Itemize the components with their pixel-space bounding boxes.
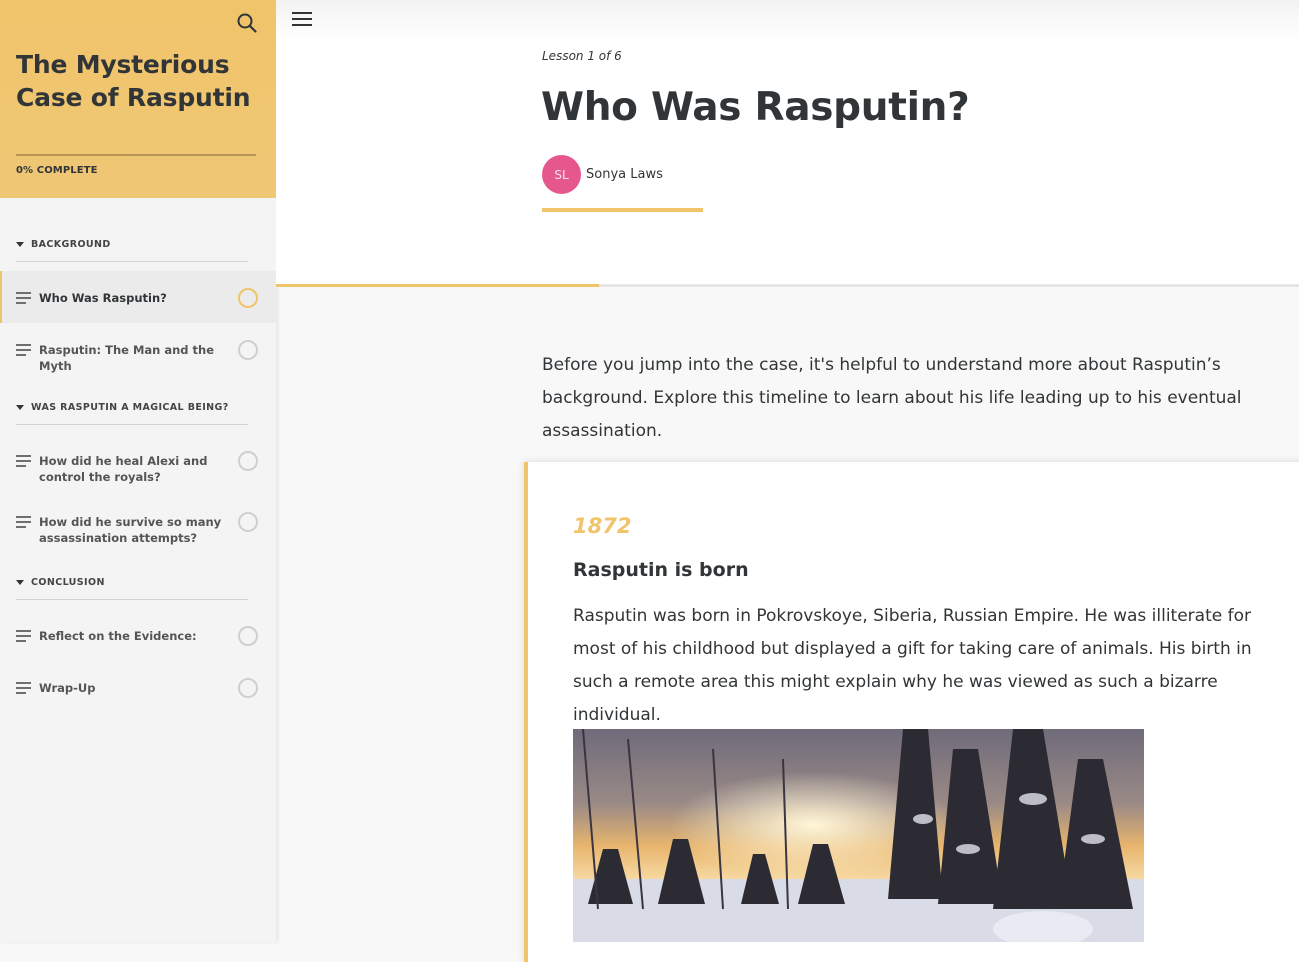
text-lines-icon — [16, 292, 31, 307]
circle-status-icon — [238, 340, 258, 360]
circle-status-icon — [238, 288, 258, 308]
course-progress-bar — [16, 154, 256, 156]
avatar: SL — [542, 155, 581, 194]
section-toggle-magical-being[interactable]: WAS RASPUTIN A MAGICAL BEING? — [16, 395, 248, 425]
section-label: BACKGROUND — [31, 239, 111, 250]
lesson-intro: Before you jump into the case, it's help… — [542, 355, 1242, 441]
course-progress-label: 0% COMPLETE — [16, 165, 98, 176]
course-sidebar: The Mysterious Case of Rasputin 0% COMPL… — [0, 0, 276, 942]
text-lines-icon — [16, 344, 31, 359]
sidebar-header: The Mysterious Case of Rasputin 0% COMPL… — [0, 0, 276, 198]
section-toggle-background[interactable]: BACKGROUND — [16, 232, 248, 262]
text-lines-icon — [16, 516, 31, 531]
circle-status-icon — [238, 512, 258, 532]
caret-down-icon — [16, 242, 24, 247]
sidebar-section-conclusion: CONCLUSION — [0, 570, 276, 600]
siberia-landscape-image — [573, 729, 1144, 942]
timeline-body: Rasputin was born in Pokrovskoye, Siberi… — [573, 606, 1252, 725]
circle-status-icon — [238, 451, 258, 471]
text-lines-icon — [16, 682, 31, 697]
caret-down-icon — [16, 405, 24, 410]
sidebar-item-heal-alexi[interactable]: How did he heal Alexi and control the ro… — [0, 434, 276, 495]
section-toggle-conclusion[interactable]: CONCLUSION — [16, 570, 248, 600]
sidebar-item-label: Rasputin: The Man and the Myth — [39, 343, 215, 373]
text-lines-icon — [16, 455, 31, 470]
search-icon[interactable] — [236, 12, 258, 34]
sidebar-item-man-and-myth[interactable]: Rasputin: The Man and the Myth — [0, 323, 276, 384]
section-label: CONCLUSION — [31, 577, 105, 588]
caret-down-icon — [16, 580, 24, 585]
circle-status-icon — [238, 678, 258, 698]
top-bar — [276, 0, 1299, 40]
sidebar-item-label: How did he heal Alexi and control the ro… — [39, 454, 208, 484]
timeline-date: 1872 — [573, 514, 632, 538]
sidebar-section-magical-being: WAS RASPUTIN A MAGICAL BEING? — [0, 395, 276, 425]
circle-status-icon — [238, 626, 258, 646]
sidebar-item-who-was-rasputin[interactable]: Who Was Rasputin? — [0, 271, 276, 323]
hamburger-menu-icon[interactable] — [292, 12, 312, 26]
section-label: WAS RASPUTIN A MAGICAL BEING? — [31, 402, 229, 413]
text-lines-icon — [16, 630, 31, 645]
page-title: Who Was Rasputin? — [541, 85, 970, 130]
timeline-card: 1872 Rasputin is born Rasputin was born … — [524, 462, 1299, 962]
timeline-title: Rasputin is born — [573, 559, 749, 581]
sidebar-item-label: How did he survive so many assassination… — [39, 515, 222, 545]
sidebar-item-label: Who Was Rasputin? — [39, 291, 167, 305]
lesson-main: Lesson 1 of 6 Who Was Rasputin? SL Sonya… — [276, 0, 1299, 962]
lesson-author: SL Sonya Laws — [542, 155, 663, 194]
lesson-progress-fill — [276, 284, 599, 287]
lesson-header: Lesson 1 of 6 Who Was Rasputin? SL Sonya… — [276, 40, 1299, 285]
sidebar-section-background: BACKGROUND — [0, 232, 276, 262]
sidebar-item-label: Reflect on the Evidence: — [39, 629, 197, 643]
sidebar-item-survive-attempts[interactable]: How did he survive so many assassination… — [0, 495, 276, 556]
course-title: The Mysterious Case of Rasputin — [16, 50, 251, 112]
sidebar-item-wrap-up[interactable]: Wrap-Up — [0, 661, 276, 713]
title-divider — [542, 208, 703, 212]
sidebar-item-label: Wrap-Up — [39, 681, 96, 695]
author-name: Sonya Laws — [586, 167, 663, 182]
lesson-count: Lesson 1 of 6 — [542, 49, 622, 63]
lesson-progress-bar — [276, 284, 1299, 287]
sidebar-item-reflect[interactable]: Reflect on the Evidence: — [0, 609, 276, 661]
